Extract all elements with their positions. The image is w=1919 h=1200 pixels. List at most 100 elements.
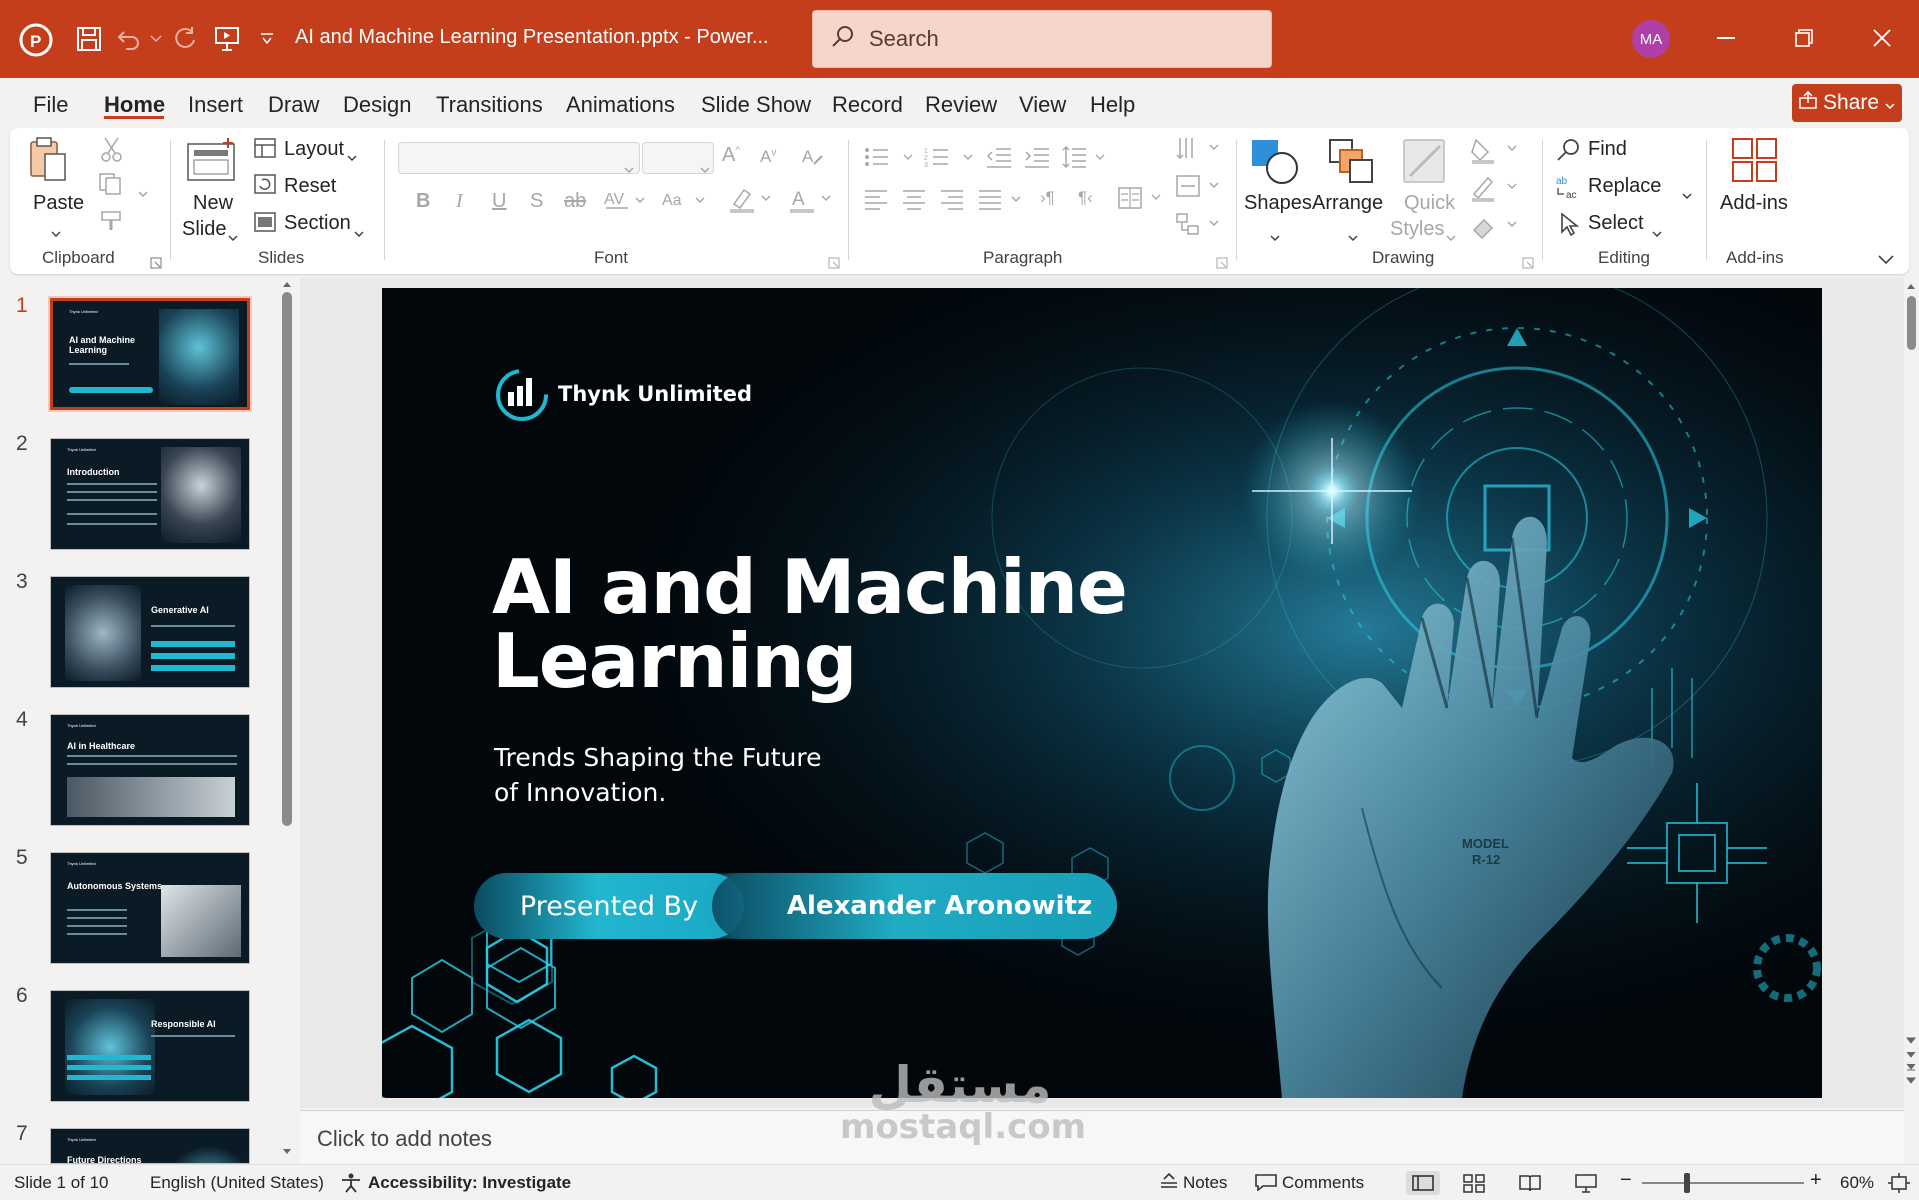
- decrease-indent-icon[interactable]: [986, 146, 1012, 174]
- add-ins-icon[interactable]: [1730, 136, 1780, 190]
- collapse-ribbon-icon[interactable]: [1878, 248, 1894, 271]
- minimize-icon[interactable]: [1706, 18, 1746, 58]
- tab-animations[interactable]: Animations: [566, 92, 675, 118]
- tab-record[interactable]: Record: [832, 92, 903, 118]
- arrange-button[interactable]: Arrange: [1312, 192, 1383, 215]
- dialog-launcher-icon[interactable]: [828, 252, 840, 275]
- find-icon[interactable]: [1556, 138, 1582, 168]
- reset-button[interactable]: Reset: [284, 175, 336, 198]
- save-icon[interactable]: [72, 22, 106, 56]
- quick-styles-dropdown-icon[interactable]: [1446, 224, 1456, 247]
- scrollbar-thumb[interactable]: [282, 292, 292, 826]
- tab-file[interactable]: File: [33, 92, 68, 118]
- bold-button[interactable]: B: [416, 190, 430, 213]
- user-avatar[interactable]: MA: [1632, 20, 1670, 58]
- zoom-out-button[interactable]: −: [1620, 1169, 1632, 1192]
- ltr-direction-icon[interactable]: ›¶: [1040, 188, 1055, 208]
- text-direction-icon[interactable]: [1176, 136, 1220, 168]
- font-size-dropdown-icon[interactable]: [700, 156, 710, 179]
- layout-dropdown-icon[interactable]: [347, 144, 357, 167]
- dialog-launcher-icon[interactable]: [150, 252, 162, 275]
- shapes-button[interactable]: Shapes: [1244, 192, 1312, 215]
- align-left-icon[interactable]: [864, 188, 888, 216]
- zoom-level[interactable]: 60%: [1840, 1173, 1874, 1193]
- character-spacing-icon[interactable]: AV: [604, 188, 646, 218]
- section-button[interactable]: Section: [284, 212, 351, 235]
- comments-button[interactable]: Comments: [1282, 1173, 1364, 1193]
- zoom-slider-thumb[interactable]: [1684, 1173, 1690, 1193]
- justify-icon[interactable]: [978, 188, 1022, 216]
- strikethrough-button[interactable]: ab: [564, 190, 586, 213]
- accessibility-status[interactable]: Accessibility: Investigate: [368, 1173, 571, 1193]
- replace-dropdown-icon[interactable]: [1682, 182, 1692, 205]
- slide-show-icon[interactable]: [1574, 1173, 1598, 1198]
- font-color-icon[interactable]: A: [788, 186, 832, 220]
- paste-icon[interactable]: [28, 136, 68, 188]
- close-icon[interactable]: [1862, 18, 1902, 58]
- notes-icon[interactable]: [1158, 1172, 1180, 1196]
- convert-to-smartart-icon[interactable]: [1176, 212, 1220, 242]
- tab-slide-show[interactable]: Slide Show: [701, 92, 811, 118]
- undo-dropdown-icon[interactable]: [146, 26, 166, 52]
- shapes-dropdown-icon[interactable]: [1270, 224, 1280, 247]
- align-right-icon[interactable]: [940, 188, 964, 216]
- reset-icon[interactable]: [254, 174, 276, 200]
- redo-icon[interactable]: [168, 22, 202, 56]
- shape-fill-icon[interactable]: [1470, 136, 1522, 170]
- share-button[interactable]: Share: [1792, 84, 1902, 122]
- reading-view-icon[interactable]: [1518, 1173, 1542, 1198]
- slide-sorter-icon[interactable]: [1462, 1173, 1486, 1198]
- tab-view[interactable]: View: [1019, 92, 1066, 118]
- accessibility-icon[interactable]: [340, 1173, 362, 1198]
- arrange-dropdown-icon[interactable]: [1348, 224, 1358, 247]
- fit-to-window-icon[interactable]: [1888, 1173, 1910, 1198]
- rtl-direction-icon[interactable]: ¶‹: [1078, 188, 1093, 208]
- normal-view-icon[interactable]: [1406, 1171, 1440, 1195]
- thumbnail-scrollbar[interactable]: [281, 278, 293, 1164]
- slide-thumbnail-7[interactable]: Thynk Unlimited Future Directions: [50, 1128, 250, 1164]
- align-center-icon[interactable]: [902, 188, 926, 216]
- search-box[interactable]: Search: [812, 10, 1272, 68]
- shape-outline-icon[interactable]: [1470, 174, 1522, 208]
- zoom-slider[interactable]: [1642, 1173, 1804, 1193]
- font-family-dropdown-icon[interactable]: [624, 156, 634, 179]
- slide-canvas[interactable]: MODEL R-12 Thynk Unlimited AI and Machin…: [382, 288, 1822, 1098]
- restore-icon[interactable]: [1784, 18, 1824, 58]
- paste-dropdown-icon[interactable]: [51, 220, 61, 243]
- shapes-icon[interactable]: [1248, 136, 1300, 192]
- change-case-icon[interactable]: Aa: [662, 188, 706, 218]
- dialog-launcher-icon[interactable]: [1522, 252, 1534, 275]
- slide-thumbnail-4[interactable]: Thynk Unlimited AI in Healthcare: [50, 714, 250, 826]
- slide-thumbnail-3[interactable]: Thynk Unlimited Generative AI: [50, 576, 250, 688]
- zoom-in-button[interactable]: +: [1810, 1169, 1822, 1192]
- decrease-font-size-icon[interactable]: Av: [760, 147, 776, 167]
- tab-transitions[interactable]: Transitions: [436, 92, 543, 118]
- new-slide-label-1[interactable]: New: [193, 192, 233, 215]
- shape-effects-icon[interactable]: [1470, 212, 1522, 246]
- customize-toolbar-icon[interactable]: [256, 26, 278, 52]
- tab-help[interactable]: Help: [1090, 92, 1135, 118]
- tab-draw[interactable]: Draw: [268, 92, 319, 118]
- select-button[interactable]: Select: [1588, 212, 1644, 235]
- undo-icon[interactable]: [112, 22, 146, 56]
- section-dropdown-icon[interactable]: [354, 220, 364, 243]
- new-slide-label-2[interactable]: Slide: [182, 218, 226, 241]
- increase-font-size-icon[interactable]: A^: [722, 144, 740, 167]
- slide-thumbnail-6[interactable]: Thynk Unlimited Responsible AI: [50, 990, 250, 1102]
- font-family-select[interactable]: [398, 142, 640, 174]
- align-text-icon[interactable]: [1176, 174, 1220, 204]
- present-from-start-icon[interactable]: [210, 22, 244, 56]
- select-cursor-icon[interactable]: [1558, 212, 1580, 242]
- layout-button[interactable]: Layout: [284, 138, 344, 161]
- new-slide-dropdown-icon[interactable]: [228, 224, 238, 247]
- notes-pane[interactable]: Click to add notes: [300, 1110, 1904, 1164]
- add-ins-button[interactable]: Add-ins: [1720, 192, 1788, 215]
- slide-thumbnail-1[interactable]: Thynk Unlimited AI and Machine Learning: [48, 296, 252, 412]
- bullets-icon[interactable]: [864, 146, 914, 174]
- highlight-color-icon[interactable]: [728, 186, 772, 220]
- tab-design[interactable]: Design: [343, 92, 411, 118]
- section-icon[interactable]: [254, 212, 276, 238]
- quick-styles-icon[interactable]: [1400, 136, 1450, 192]
- find-button[interactable]: Find: [1588, 138, 1627, 161]
- format-painter-icon[interactable]: [100, 210, 124, 238]
